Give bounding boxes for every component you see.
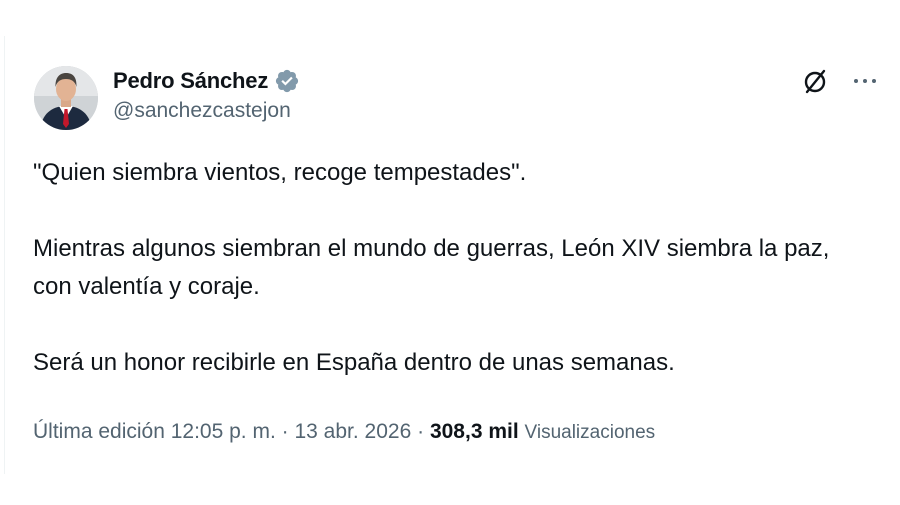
tweet-paragraph: Será un honor recibirle en España dentro… [33, 349, 675, 376]
more-dots-icon[interactable] [852, 68, 878, 99]
meta-separator: · [417, 420, 425, 443]
post-date[interactable]: 13 abr. 2026 [294, 420, 411, 443]
tweet-paragraph: Mientras algunos siembran el mundo de gu… [33, 235, 830, 300]
avatar-photo [34, 66, 98, 130]
views-label: Visualizaciones [524, 422, 656, 443]
meta-separator: · [281, 420, 289, 443]
edited-label[interactable]: Última edición [33, 420, 165, 443]
verified-badge-icon[interactable] [274, 68, 300, 94]
author-display-name[interactable]: Pedro Sánchez [113, 68, 268, 94]
tweet-top-actions [800, 66, 878, 101]
tweet-paragraph: "Quien siembra vientos, recoge tempestad… [33, 159, 527, 186]
author-name-row: Pedro Sánchez [113, 66, 300, 96]
author-handle[interactable]: @sanchezcastejon [113, 99, 291, 123]
tweet-meta: Última edición 12:05 p. m. · 13 abr. 202… [33, 420, 655, 444]
tweet-text: "Quien siembra vientos, recoge tempestad… [33, 154, 863, 382]
post-time[interactable]: 12:05 p. m. [171, 420, 276, 443]
views-count[interactable]: 308,3 mil [430, 420, 519, 443]
tweet-card: Pedro Sánchez @sanchezcastejon "Quien si… [0, 0, 900, 505]
slashed-circle-icon[interactable] [800, 66, 830, 101]
avatar[interactable] [34, 66, 98, 130]
